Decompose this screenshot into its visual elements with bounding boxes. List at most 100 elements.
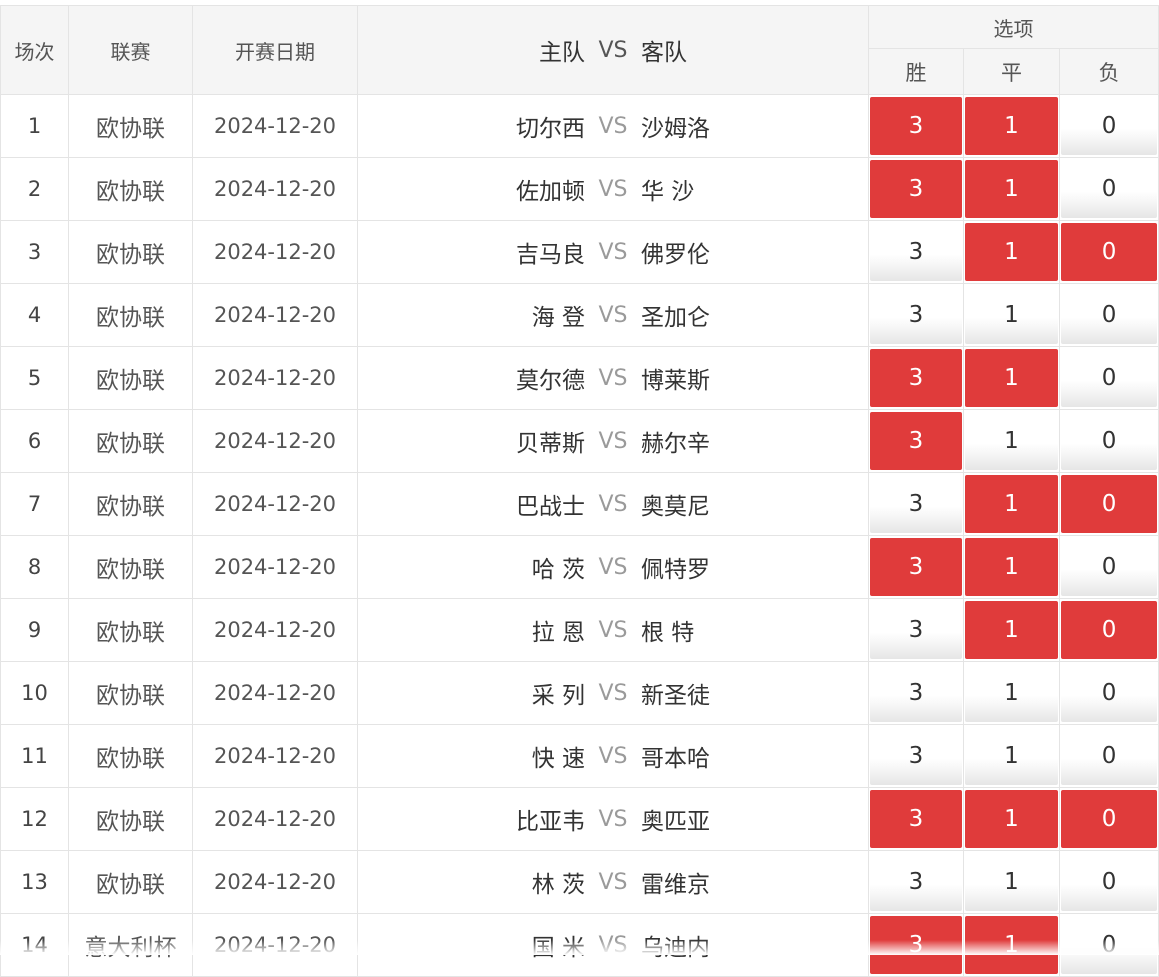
away-team: 圣加仑	[641, 305, 710, 331]
away-team: 赫尔辛	[641, 431, 710, 457]
option-lose-button[interactable]: 0	[1061, 664, 1158, 722]
away-team: 佩特罗	[641, 557, 710, 583]
match-date: 2024-12-20	[192, 157, 358, 221]
home-team: 佐加顿	[516, 179, 585, 205]
vs-label: VS	[598, 491, 628, 517]
option-cell-draw: 1	[963, 661, 1060, 725]
match-date: 2024-12-20	[192, 220, 358, 284]
option-cell-lose: 0	[1058, 535, 1159, 599]
option-draw-button[interactable]: 1	[965, 160, 1058, 218]
header-draw: 平	[963, 48, 1060, 95]
option-lose-button[interactable]: 0	[1061, 97, 1158, 155]
option-draw-button[interactable]: 1	[965, 727, 1058, 785]
option-win-button[interactable]: 3	[870, 223, 962, 281]
vs-label: VS	[598, 176, 628, 202]
match-teams-wrap: 切尔西 VS 沙姆洛	[358, 109, 868, 143]
option-win-button[interactable]: 3	[870, 97, 962, 155]
home-team: 采 列	[531, 683, 585, 709]
option-draw-button[interactable]: 1	[965, 664, 1058, 722]
option-draw-button[interactable]: 1	[965, 538, 1058, 596]
option-draw-button[interactable]: 1	[965, 286, 1058, 344]
match-number: 7	[0, 472, 69, 536]
match-number: 4	[0, 283, 69, 347]
match-number: 8	[0, 535, 69, 599]
vs-label: VS	[598, 932, 628, 958]
option-draw-button[interactable]: 1	[965, 412, 1058, 470]
option-cell-draw: 1	[963, 409, 1060, 473]
match-teams: 国 米 VS 乌迪内	[357, 913, 869, 977]
option-win-button[interactable]: 3	[870, 475, 962, 533]
vs-label: VS	[598, 743, 628, 769]
lottery-selection-page: 场次 联赛 开赛日期 主队 VS 客队 选项 胜 平 负 1 欧协联 2024-12…	[0, 0, 1159, 977]
match-teams-wrap: 海 登 VS 圣加仑	[358, 298, 868, 332]
table-header: 场次 联赛 开赛日期 主队 VS 客队 选项 胜 平 负	[0, 5, 1159, 95]
league-name: 欧协联	[68, 157, 193, 221]
header-away: 客队	[641, 40, 687, 66]
option-win-button[interactable]: 3	[870, 601, 962, 659]
option-lose-button[interactable]: 0	[1061, 790, 1158, 848]
option-win-button[interactable]: 3	[870, 790, 962, 848]
option-lose-button[interactable]: 0	[1061, 853, 1158, 911]
option-win-button[interactable]: 3	[870, 664, 962, 722]
match-date: 2024-12-20	[192, 94, 358, 158]
table-row: 6 欧协联 2024-12-20 贝蒂斯 VS 赫尔辛 3 1 0	[0, 409, 1159, 473]
option-win-button[interactable]: 3	[870, 286, 962, 344]
header-lose: 负	[1058, 48, 1159, 95]
option-draw-button[interactable]: 1	[965, 601, 1058, 659]
option-win-button[interactable]: 3	[870, 853, 962, 911]
option-draw-button[interactable]: 1	[965, 853, 1058, 911]
option-cell-win: 3	[868, 283, 964, 347]
header-win: 胜	[868, 48, 964, 95]
option-cell-win: 3	[868, 535, 964, 599]
table-row: 2 欧协联 2024-12-20 佐加顿 VS 华 沙 310	[0, 157, 1159, 221]
option-win-button[interactable]: 3	[870, 727, 962, 785]
option-lose-button[interactable]: 0	[1061, 916, 1158, 974]
vs-label: VS	[598, 302, 628, 328]
table-row: 12 欧协联 2024-12-20 比亚韦 VS 奥匹亚 3 1 0	[0, 787, 1159, 851]
match-date: 2024-12-20	[192, 661, 358, 725]
option-lose-button[interactable]: 0	[1061, 286, 1158, 344]
option-lose-button[interactable]: 0	[1061, 727, 1158, 785]
away-team: 新圣徒	[641, 683, 710, 709]
match-teams-wrap: 贝蒂斯 VS 赫尔辛	[358, 424, 868, 458]
option-draw-button[interactable]: 1	[965, 349, 1058, 407]
vs-label: VS	[598, 806, 628, 832]
option-win-button[interactable]: 3	[870, 160, 962, 218]
away-team: 奥匹亚	[641, 809, 710, 835]
option-win-button[interactable]: 3	[870, 349, 962, 407]
vs-label: VS	[598, 680, 628, 706]
match-teams-wrap: 吉马良 VS 佛罗伦	[358, 235, 868, 269]
option-lose-button[interactable]: 0	[1061, 349, 1158, 407]
option-cell-draw: 1	[963, 157, 1060, 221]
option-win-button[interactable]: 3	[870, 916, 962, 974]
option-lose-button[interactable]: 0	[1061, 223, 1158, 281]
option-lose-button[interactable]: 0	[1061, 538, 1158, 596]
option-draw-button[interactable]: 1	[965, 790, 1058, 848]
home-team: 国 米	[531, 935, 585, 961]
match-number: 5	[0, 346, 69, 410]
match-teams: 采 列 VS 新圣徒	[357, 661, 869, 725]
option-lose-button[interactable]: 0	[1061, 601, 1158, 659]
option-draw-button[interactable]: 1	[965, 916, 1058, 974]
match-teams-wrap: 林 茨 VS 雷维京	[358, 865, 868, 899]
option-lose-button[interactable]: 0	[1061, 160, 1158, 218]
option-cell-draw: 1	[963, 787, 1060, 851]
vs-label: VS	[598, 239, 628, 265]
option-draw-button[interactable]: 1	[965, 475, 1058, 533]
match-date: 2024-12-20	[192, 283, 358, 347]
match-teams: 贝蒂斯 VS 赫尔辛	[357, 409, 869, 473]
option-draw-button[interactable]: 1	[965, 97, 1058, 155]
option-cell-lose: 0	[1058, 850, 1159, 914]
option-win-button[interactable]: 3	[870, 412, 962, 470]
match-number: 2	[0, 157, 69, 221]
away-team: 博莱斯	[641, 368, 710, 394]
option-cell-win: 3	[868, 661, 964, 725]
option-cell-lose: 0	[1058, 724, 1159, 788]
option-lose-button[interactable]: 0	[1061, 412, 1158, 470]
match-teams-wrap: 国 米 VS 乌迪内	[358, 928, 868, 962]
league-name: 欧协联	[68, 598, 193, 662]
option-win-button[interactable]: 3	[870, 538, 962, 596]
home-team: 哈 茨	[531, 557, 585, 583]
option-lose-button[interactable]: 0	[1061, 475, 1158, 533]
option-draw-button[interactable]: 1	[965, 223, 1058, 281]
